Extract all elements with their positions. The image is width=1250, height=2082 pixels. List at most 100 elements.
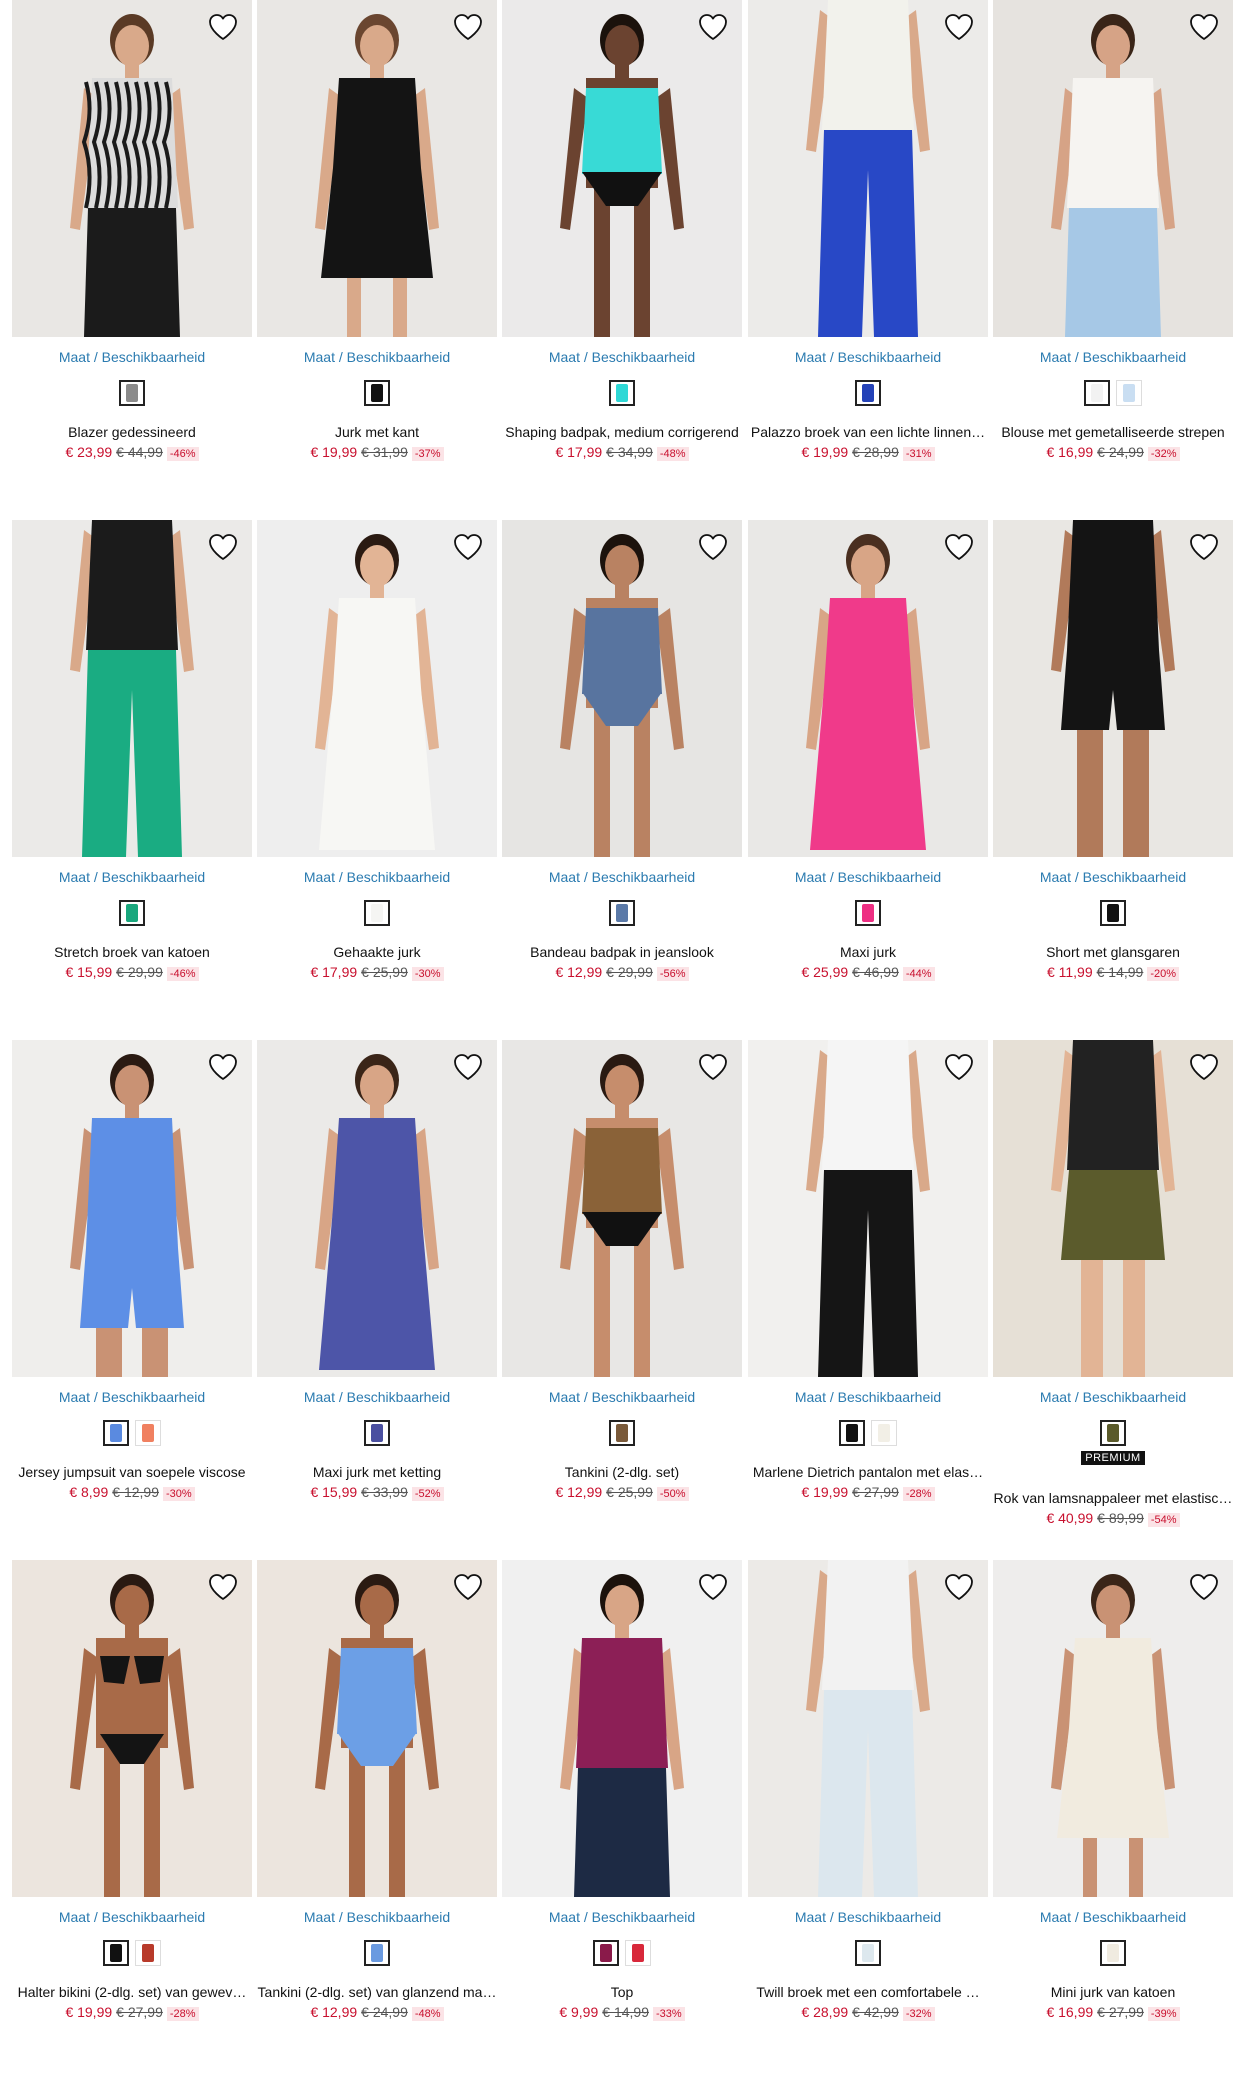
color-swatch[interactable] <box>364 900 390 926</box>
product-name[interactable]: Palazzo broek van een lichte linnen… <box>748 424 988 440</box>
size-availability-link[interactable]: Maat / Beschikbaarheid <box>993 1389 1233 1405</box>
product-image[interactable] <box>12 0 252 337</box>
wishlist-heart-icon[interactable] <box>451 1050 485 1084</box>
size-availability-link[interactable]: Maat / Beschikbaarheid <box>12 1909 252 1925</box>
product-card[interactable]: Maat / Beschikbaarheid Bandeau badpak in … <box>502 520 742 1040</box>
color-swatch[interactable] <box>609 1420 635 1446</box>
product-card[interactable]: Maat / Beschikbaarheid Tankini (2-dlg. se… <box>257 1560 497 2080</box>
wishlist-heart-icon[interactable] <box>206 1050 240 1084</box>
product-name[interactable]: Maxi jurk met ketting <box>257 1464 497 1480</box>
product-name[interactable]: Twill broek met een comfortabele … <box>748 1984 988 2000</box>
wishlist-heart-icon[interactable] <box>451 10 485 44</box>
wishlist-heart-icon[interactable] <box>1187 1050 1221 1084</box>
color-swatch[interactable] <box>364 1420 390 1446</box>
color-swatch[interactable] <box>1116 380 1142 406</box>
product-image[interactable] <box>257 520 497 857</box>
size-availability-link[interactable]: Maat / Beschikbaarheid <box>257 1909 497 1925</box>
color-swatch[interactable] <box>1100 1940 1126 1966</box>
size-availability-link[interactable]: Maat / Beschikbaarheid <box>748 869 988 885</box>
product-name[interactable]: Bandeau badpak in jeanslook <box>502 944 742 960</box>
size-availability-link[interactable]: Maat / Beschikbaarheid <box>257 869 497 885</box>
wishlist-heart-icon[interactable] <box>696 10 730 44</box>
wishlist-heart-icon[interactable] <box>206 10 240 44</box>
color-swatch[interactable] <box>119 380 145 406</box>
color-swatch[interactable] <box>855 380 881 406</box>
product-name[interactable]: Short met glansgaren <box>993 944 1233 960</box>
product-name[interactable]: Jersey jumpsuit van soepele viscose <box>12 1464 252 1480</box>
product-name[interactable]: Rok van lamsnappaleer met elastisc… <box>993 1490 1233 1506</box>
size-availability-link[interactable]: Maat / Beschikbaarheid <box>993 869 1233 885</box>
size-availability-link[interactable]: Maat / Beschikbaarheid <box>993 1909 1233 1925</box>
color-swatch[interactable] <box>871 1420 897 1446</box>
product-card[interactable]: Maat / Beschikbaarheid Mini jurk van kato… <box>993 1560 1233 2080</box>
wishlist-heart-icon[interactable] <box>451 530 485 564</box>
color-swatch[interactable] <box>1100 900 1126 926</box>
product-name[interactable]: Top <box>502 1984 742 2000</box>
product-card[interactable]: Maat / Beschikbaarheid Maxi jurk € 25,99 € … <box>748 520 988 1040</box>
product-image[interactable] <box>12 1560 252 1897</box>
size-availability-link[interactable]: Maat / Beschikbaarheid <box>748 1909 988 1925</box>
wishlist-heart-icon[interactable] <box>696 1050 730 1084</box>
wishlist-heart-icon[interactable] <box>1187 10 1221 44</box>
size-availability-link[interactable]: Maat / Beschikbaarheid <box>502 1389 742 1405</box>
product-card[interactable]: Maat / Beschikbaarheid PREMIUM Rok van lam… <box>993 1040 1233 1560</box>
product-image[interactable] <box>502 1560 742 1897</box>
wishlist-heart-icon[interactable] <box>451 1570 485 1604</box>
product-card[interactable]: Maat / Beschikbaarheid Blouse met gemetal… <box>993 0 1233 520</box>
wishlist-heart-icon[interactable] <box>942 1050 976 1084</box>
product-image[interactable] <box>748 520 988 857</box>
product-image[interactable] <box>502 1040 742 1377</box>
product-image[interactable] <box>748 1560 988 1897</box>
product-image[interactable] <box>993 0 1233 337</box>
product-card[interactable]: Maat / Beschikbaarheid Shaping badpak, me… <box>502 0 742 520</box>
color-swatch[interactable] <box>855 900 881 926</box>
product-name[interactable]: Gehaakte jurk <box>257 944 497 960</box>
color-swatch[interactable] <box>364 1940 390 1966</box>
color-swatch[interactable] <box>103 1940 129 1966</box>
product-name[interactable]: Halter bikini (2-dlg. set) van gewev… <box>12 1984 252 2000</box>
size-availability-link[interactable]: Maat / Beschikbaarheid <box>257 349 497 365</box>
color-swatch[interactable] <box>1100 1420 1126 1446</box>
product-image[interactable] <box>257 1560 497 1897</box>
product-image[interactable] <box>748 0 988 337</box>
color-swatch[interactable] <box>364 380 390 406</box>
product-card[interactable]: Maat / Beschikbaarheid Blazer gedessineer… <box>12 0 252 520</box>
wishlist-heart-icon[interactable] <box>206 1570 240 1604</box>
size-availability-link[interactable]: Maat / Beschikbaarheid <box>748 1389 988 1405</box>
color-swatch[interactable] <box>839 1420 865 1446</box>
product-image[interactable] <box>502 520 742 857</box>
size-availability-link[interactable]: Maat / Beschikbaarheid <box>502 349 742 365</box>
product-card[interactable]: Maat / Beschikbaarheid Palazzo broek van … <box>748 0 988 520</box>
color-swatch[interactable] <box>609 380 635 406</box>
product-image[interactable] <box>12 520 252 857</box>
product-image[interactable] <box>993 520 1233 857</box>
product-name[interactable]: Tankini (2-dlg. set) <box>502 1464 742 1480</box>
product-card[interactable]: Maat / Beschikbaarheid Jersey jumpsuit va… <box>12 1040 252 1560</box>
color-swatch[interactable] <box>625 1940 651 1966</box>
product-name[interactable]: Stretch broek van katoen <box>12 944 252 960</box>
product-image[interactable] <box>993 1040 1233 1377</box>
color-swatch[interactable] <box>593 1940 619 1966</box>
product-card[interactable]: Maat / Beschikbaarheid Short met glansgar… <box>993 520 1233 1040</box>
wishlist-heart-icon[interactable] <box>1187 530 1221 564</box>
product-name[interactable]: Shaping badpak, medium corrigerend <box>502 424 742 440</box>
product-name[interactable]: Jurk met kant <box>257 424 497 440</box>
product-image[interactable] <box>257 0 497 337</box>
product-card[interactable]: Maat / Beschikbaarheid Top € 9,99 € 14,99 -3… <box>502 1560 742 2080</box>
wishlist-heart-icon[interactable] <box>206 530 240 564</box>
product-name[interactable]: Tankini (2-dlg. set) van glanzend ma… <box>257 1984 497 2000</box>
size-availability-link[interactable]: Maat / Beschikbaarheid <box>12 869 252 885</box>
product-card[interactable]: Maat / Beschikbaarheid Halter bikini (2-d… <box>12 1560 252 2080</box>
size-availability-link[interactable]: Maat / Beschikbaarheid <box>993 349 1233 365</box>
product-name[interactable]: Blazer gedessineerd <box>12 424 252 440</box>
size-availability-link[interactable]: Maat / Beschikbaarheid <box>502 1909 742 1925</box>
product-card[interactable]: Maat / Beschikbaarheid Gehaakte jurk € 17,… <box>257 520 497 1040</box>
color-swatch[interactable] <box>609 900 635 926</box>
size-availability-link[interactable]: Maat / Beschikbaarheid <box>12 1389 252 1405</box>
wishlist-heart-icon[interactable] <box>942 10 976 44</box>
product-name[interactable]: Blouse met gemetalliseerde strepen <box>993 424 1233 440</box>
color-swatch[interactable] <box>103 1420 129 1446</box>
color-swatch[interactable] <box>135 1420 161 1446</box>
size-availability-link[interactable]: Maat / Beschikbaarheid <box>502 869 742 885</box>
wishlist-heart-icon[interactable] <box>696 1570 730 1604</box>
